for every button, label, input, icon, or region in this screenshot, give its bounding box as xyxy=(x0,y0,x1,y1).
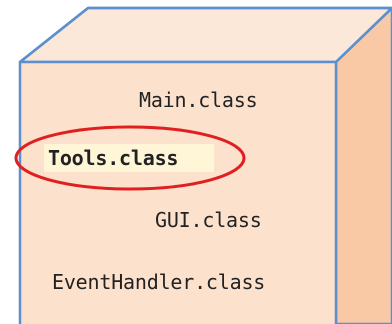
file-tools-class: Tools.class xyxy=(48,146,179,170)
file-gui-class: GUI.class xyxy=(155,208,262,232)
diagram-canvas: Main.class Tools.class GUI.class EventHa… xyxy=(0,0,392,324)
file-eventhandler-class: EventHandler.class xyxy=(52,270,266,294)
file-main-class: Main.class xyxy=(139,88,258,112)
